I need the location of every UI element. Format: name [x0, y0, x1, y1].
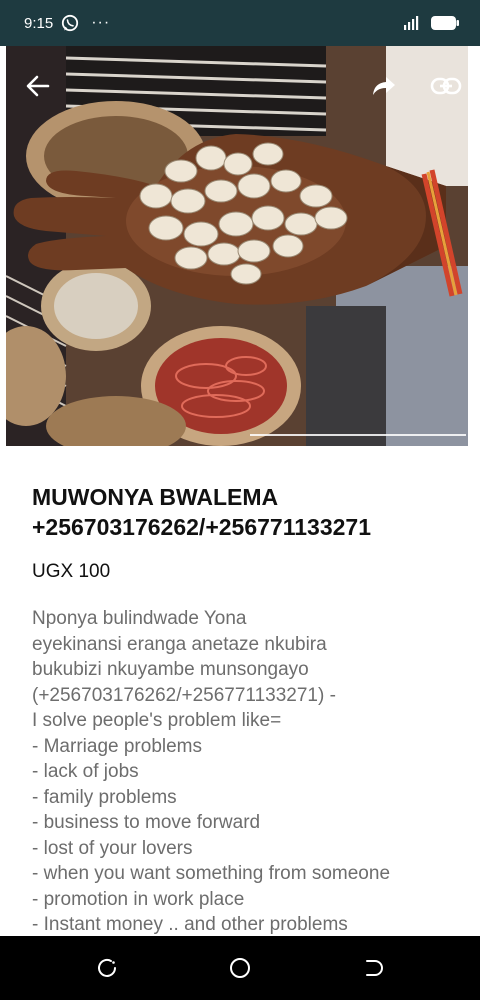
copy-link-button[interactable]: [426, 66, 466, 106]
description-line: eyekinansi eranga anetaze nkubira: [32, 633, 327, 655]
home-button[interactable]: [220, 948, 260, 988]
recent-apps-icon: [98, 958, 116, 977]
more-notifications-icon: ···: [91, 14, 111, 31]
description-line: (+256703176262/+256771133271) -: [32, 684, 336, 706]
status-bar: 9:15 ···: [0, 0, 480, 46]
listing-details: MUWONYA BWALEMA +256703176262/+256771133…: [32, 482, 462, 938]
listing-title-line1: MUWONYA BWALEMA: [32, 484, 279, 510]
description-line: - Instant money .. and other problems: [32, 914, 348, 935]
back-arrow-icon: [26, 75, 50, 97]
battery-icon: [430, 15, 460, 31]
back-button[interactable]: [18, 66, 58, 106]
home-icon: [230, 958, 250, 978]
image-progress-indicator: [250, 434, 466, 436]
listing-title: MUWONYA BWALEMA +256703176262/+256771133…: [32, 482, 462, 542]
back-icon: [366, 960, 383, 976]
recent-apps-button[interactable]: [87, 948, 127, 988]
share-arrow-icon: [373, 77, 395, 95]
description-line: I solve people's problem like=: [32, 710, 282, 731]
listing-hero: [0, 46, 480, 446]
description-line: - lack of jobs: [32, 761, 139, 782]
signal-icon: [402, 15, 422, 31]
description-line: - lost of your lovers: [32, 837, 193, 859]
link-icon: [430, 77, 462, 95]
description-line: - when you want something from someone: [32, 863, 391, 884]
listing-price: UGX 100: [32, 561, 111, 582]
whatsapp-icon: [61, 14, 79, 32]
status-right: [402, 15, 460, 31]
listing-title-line2: +256703176262/+256771133271: [32, 514, 371, 540]
description-line: - business to move forward: [32, 812, 261, 833]
description-line: - promotion in work place: [32, 888, 245, 910]
description-line: - family problems: [32, 786, 177, 808]
description-line: Nponya bulindwade Yona: [32, 608, 247, 629]
listing-photo: [6, 46, 468, 446]
system-back-button[interactable]: [354, 948, 394, 988]
status-time: 9:15: [24, 14, 54, 32]
status-left: 9:15 ···: [24, 14, 110, 32]
share-button[interactable]: [364, 66, 404, 106]
description-line: bukubizi nkuyambe munsongayo: [32, 659, 309, 680]
listing-description: Nponya bulindwade Yona eyekinansi eranga…: [32, 606, 462, 938]
system-nav-bar: [0, 936, 480, 1000]
description-line: - Marriage problems: [32, 735, 202, 757]
